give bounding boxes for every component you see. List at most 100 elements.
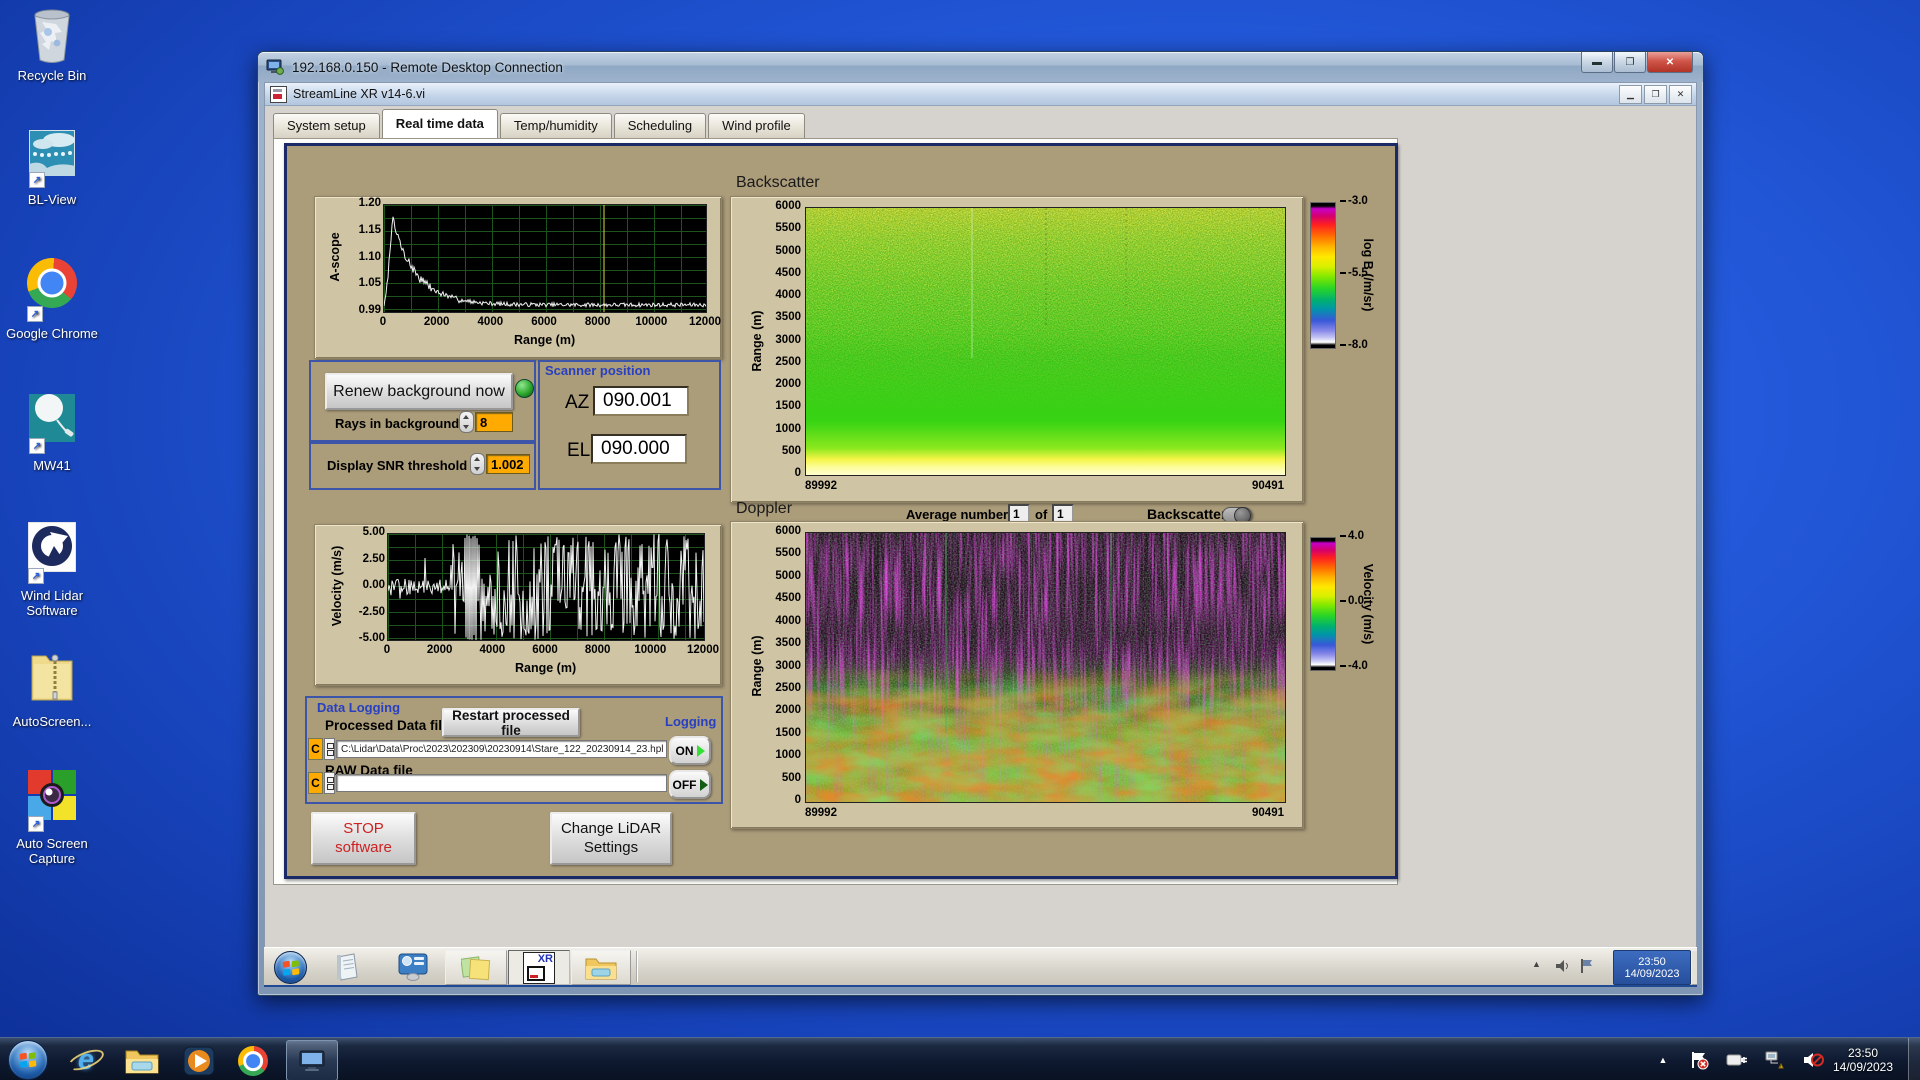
rdp-app-icon <box>266 59 284 75</box>
snr-spinner[interactable] <box>470 453 485 475</box>
raw-drive-box[interactable]: C <box>308 772 323 794</box>
change-lidar-settings-button[interactable]: Change LiDAR Settings <box>550 812 672 865</box>
snr-value-field[interactable]: 1.002 <box>486 454 530 474</box>
axis-tick-label: 2500 <box>775 681 801 694</box>
remote-volume-icon[interactable] <box>1554 957 1572 975</box>
desktop-icon-label: Auto Screen Capture <box>16 836 88 866</box>
axis-tick-label: 5500 <box>775 222 801 235</box>
axis-tick-label: 2000 <box>426 644 453 656</box>
desktop-icon-recycle-bin[interactable]: Recycle Bin <box>0 8 104 83</box>
processed-browse-icon[interactable] <box>324 738 335 760</box>
maximize-button[interactable]: ❐ <box>1614 52 1646 73</box>
power-battery-icon[interactable] <box>1724 1048 1750 1072</box>
bl-view-icon: ↗ <box>28 129 76 188</box>
remote-show-desktop[interactable] <box>1691 950 1697 985</box>
restore-button[interactable]: ❐ <box>1644 85 1667 104</box>
restart-processed-file-button[interactable]: Restart processed file <box>442 708 580 738</box>
shortcut-arrow-icon: ↗ <box>29 438 45 454</box>
sticky-notes-icon <box>461 955 491 980</box>
rdp-titlebar[interactable]: 192.168.0.150 - Remote Desktop Connectio… <box>258 52 1703 82</box>
tray-chevron-icon[interactable]: ▲ <box>1650 1048 1676 1072</box>
rays-in-background-label: Rays in background <box>335 416 460 431</box>
raw-path-field[interactable] <box>336 774 667 792</box>
doppler-section-title: Doppler <box>736 500 793 517</box>
close-button[interactable]: ✕ <box>1647 52 1693 73</box>
desktop-icon-mw41[interactable]: ↗ MW41 <box>0 394 104 473</box>
axis-tick-label: 8000 <box>584 644 611 656</box>
minimize-button[interactable]: ▬ <box>1581 52 1613 73</box>
renew-background-button[interactable]: Renew background now <box>325 373 513 410</box>
rays-value-field[interactable]: 8 <box>475 412 513 432</box>
scanner-position-group <box>538 360 721 490</box>
processed-logging-on-button[interactable]: ON <box>669 736 711 765</box>
desktop-icon-wind-lidar[interactable]: ↗ Wind Lidar Software <box>0 521 104 618</box>
desktop-icon-label: Recycle Bin <box>17 68 87 83</box>
remote-flag-icon[interactable] <box>1579 957 1595 975</box>
axis-tick-label: 8000 <box>584 316 611 328</box>
windows-flag-icon <box>19 1052 37 1068</box>
tab-temp-humidity[interactable]: Temp/humidity <box>499 113 612 138</box>
remote-taskbar: XR ▲ 23:50 14/09/2023 <box>264 947 1697 985</box>
processed-path-field[interactable]: C:\Lidar\Data\Proc\2023\202309\20230914\… <box>336 740 667 758</box>
tab-real-time-data[interactable]: Real time data <box>381 109 498 138</box>
ascope-plot[interactable] <box>383 204 707 313</box>
stop-software-button[interactable]: STOP software <box>311 812 416 865</box>
remote-tray-chevron-icon[interactable]: ▲ <box>1532 959 1541 969</box>
shortcut-arrow-icon: ↗ <box>27 306 43 322</box>
rdp-task-button[interactable] <box>286 1040 338 1080</box>
internet-explorer-button[interactable]: e <box>65 1043 107 1077</box>
remote-clock[interactable]: 23:50 14/09/2023 <box>1613 950 1691 985</box>
chrome-button[interactable] <box>238 1046 272 1076</box>
windows-explorer-button[interactable] <box>122 1045 162 1077</box>
streamline-task-button[interactable]: XR <box>508 950 570 985</box>
el-value-field[interactable]: 090.000 <box>591 434 687 464</box>
desktop-icon-bl-view[interactable]: ↗ BL-View <box>0 129 104 207</box>
tab-scheduling[interactable]: Scheduling <box>613 113 707 138</box>
tab-system-setup[interactable]: System setup <box>273 113 380 138</box>
explorer-task-button[interactable] <box>571 950 631 985</box>
chrome-icon: ↗ <box>27 258 77 322</box>
rdp-window: 192.168.0.150 - Remote Desktop Connectio… <box>257 51 1704 996</box>
axis-tick-label: 1.20 <box>358 197 381 209</box>
backscatter-heatmap[interactable] <box>805 207 1286 476</box>
control-panel-icon[interactable] <box>398 953 428 981</box>
minimize-button[interactable]: ▁ <box>1619 85 1642 104</box>
tab-wind-profile[interactable]: Wind profile <box>708 113 805 138</box>
desktop-icon-autoscreen-zip[interactable]: AutoScreen... <box>0 648 104 729</box>
network-status-icon[interactable]: ! <box>1762 1048 1788 1072</box>
wind-lidar-software-icon: ↗ <box>27 521 77 584</box>
axis-tick-label: 4.0 <box>1340 530 1364 542</box>
close-button[interactable]: ✕ <box>1669 85 1692 104</box>
raw-logging-off-button[interactable]: OFF <box>669 770 711 799</box>
xr-badge: XR <box>537 952 553 965</box>
velocity-plot[interactable] <box>387 533 705 641</box>
folder-icon <box>125 1050 159 1074</box>
axis-tick-label: 4000 <box>479 644 506 656</box>
az-value-field[interactable]: 090.001 <box>593 386 689 416</box>
axis-tick-label: 4500 <box>775 592 801 605</box>
axis-tick-label: 2000 <box>775 378 801 390</box>
doppler-heatmap[interactable] <box>805 532 1286 803</box>
rdp-client-area: StreamLine XR v14-6.vi ▁ ❐ ✕ System setu… <box>264 82 1697 987</box>
show-desktop-button[interactable] <box>1908 1038 1920 1080</box>
sticky-notes-task-button[interactable] <box>445 950 507 985</box>
taskbar-clock[interactable]: 23:50 14/09/2023 <box>1820 1041 1906 1079</box>
mw41-icon: ↗ <box>29 394 75 454</box>
media-player-button[interactable] <box>180 1045 218 1077</box>
axis-tick-label: 4000 <box>775 614 801 627</box>
start-button[interactable] <box>8 1040 48 1080</box>
tab-strip: System setup Real time data Temp/humidit… <box>273 109 807 138</box>
remote-start-button[interactable] <box>274 951 307 984</box>
desktop-icon-auto-screen-capture[interactable]: ↗ Auto Screen Capture <box>0 770 104 866</box>
desktop-icon-google-chrome[interactable]: ↗ Google Chrome <box>0 258 104 341</box>
notepad-icon[interactable] <box>334 952 361 981</box>
raw-browse-icon[interactable] <box>324 772 335 794</box>
rays-spinner[interactable] <box>459 411 474 433</box>
processed-drive-box[interactable]: C <box>308 738 323 760</box>
change-line2: Settings <box>583 838 639 856</box>
velocity-y-label: Velocity (m/s) <box>330 545 344 627</box>
axis-tick-label: 0.00 <box>362 579 385 591</box>
streamline-titlebar[interactable]: StreamLine XR v14-6.vi ▁ ❐ ✕ <box>265 83 1696 106</box>
action-center-icon[interactable] <box>1686 1048 1712 1072</box>
ascope-trace <box>384 216 706 309</box>
